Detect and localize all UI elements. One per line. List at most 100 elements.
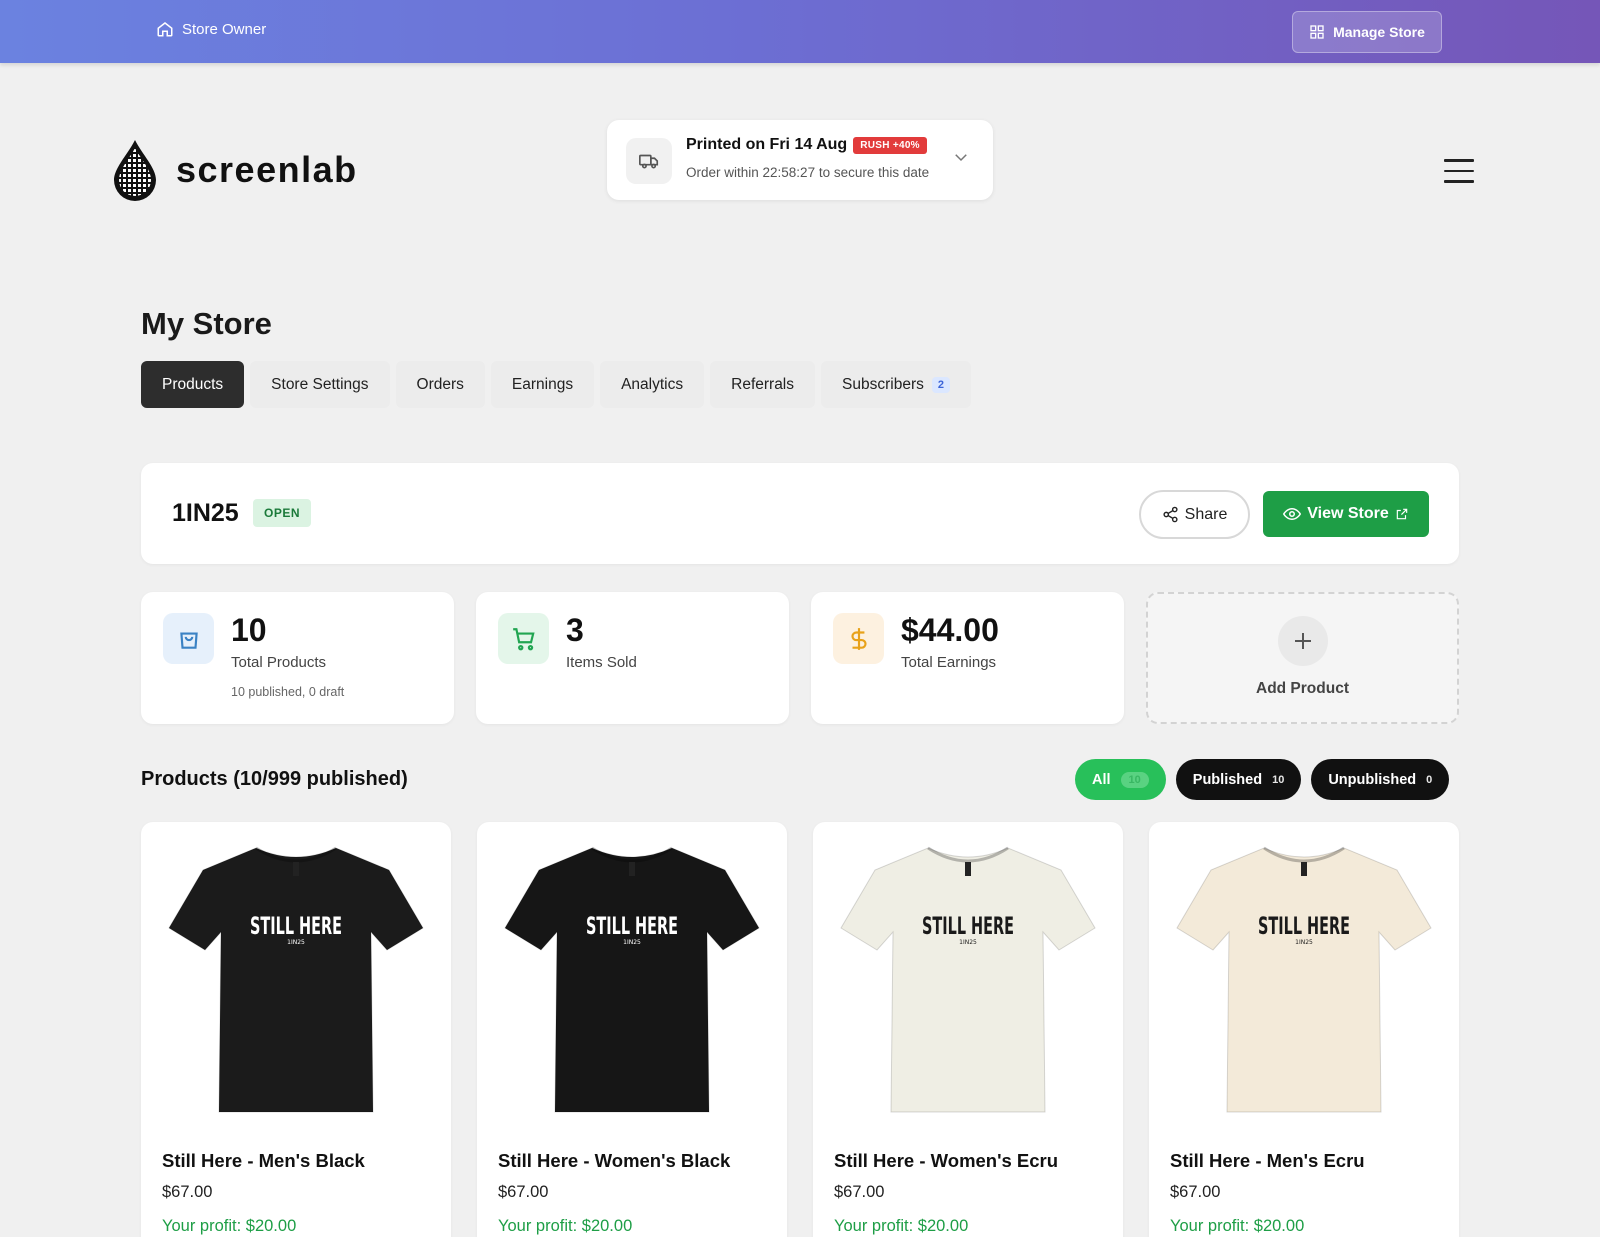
external-link-icon — [1396, 508, 1407, 520]
stat-label: Items Sold — [566, 654, 637, 671]
t-shirt-neck-tag — [629, 862, 635, 876]
tab-label: Subscribers — [842, 375, 924, 393]
t-shirt-print-subtext: 1IN25 — [623, 939, 641, 946]
product-name: Still Here - Men's Black — [162, 1150, 365, 1171]
shopping-bag-icon-box — [163, 613, 214, 664]
t-shirt-body — [840, 847, 1096, 1113]
store-tabs: Products Store Settings Orders Earnings … — [141, 361, 971, 408]
filter-published[interactable]: Published 10 — [1175, 759, 1302, 800]
t-shirt-print-text: STILL HERE — [250, 912, 342, 940]
tab-orders[interactable]: Orders — [395, 361, 485, 408]
t-shirt-print-subtext: 1IN25 — [287, 939, 305, 946]
product-profit: Your profit: $20.00 — [1170, 1217, 1305, 1235]
tab-referrals[interactable]: Referrals — [710, 361, 816, 408]
tab-subscribers[interactable]: Subscribers 2 — [821, 361, 971, 408]
add-product-card[interactable]: Add Product — [1146, 592, 1459, 724]
shopping-bag-icon — [179, 632, 198, 649]
truck-icon — [639, 154, 659, 169]
product-profit: Your profit: $20.00 — [162, 1217, 297, 1235]
filter-label: All — [1092, 771, 1111, 788]
dollar-icon-box — [833, 613, 884, 664]
tab-label: Earnings — [511, 375, 574, 393]
truck-icon-box — [626, 138, 672, 184]
view-store-label: View Store — [1307, 505, 1389, 522]
t-shirt-neck-tag — [293, 862, 299, 876]
menu-icon[interactable] — [1444, 159, 1474, 183]
print-date-text: Printed on Fri 14 Aug — [686, 136, 848, 153]
product-image: STILL HERE 1IN25 — [497, 840, 767, 1118]
products-section-title: Products (10/999 published) — [141, 768, 408, 790]
t-shirt-neck-tag — [965, 862, 971, 876]
stat-items-sold: 3 Items Sold — [476, 592, 789, 724]
t-shirt-illustration: STILL HERE1IN25 — [840, 846, 1096, 1113]
shopping-cart-icon — [512, 627, 535, 650]
store-status-badge: OPEN — [253, 499, 312, 527]
share-button[interactable]: Share — [1139, 490, 1250, 539]
product-price: $67.00 — [162, 1183, 213, 1201]
droplet-logo-icon — [114, 140, 156, 201]
store-owner-link[interactable]: Store Owner — [156, 20, 266, 38]
product-card[interactable]: STILL HERE 1IN25 Still Here - Men's Black… — [141, 822, 451, 1237]
filter-unpublished[interactable]: Unpublished 0 — [1311, 759, 1450, 800]
store-owner-label: Store Owner — [182, 20, 267, 38]
stat-label: Total Products — [231, 654, 327, 671]
filter-count: 10 — [1120, 771, 1149, 788]
print-countdown: Order within 22:58:27 to secure this dat… — [686, 165, 930, 180]
filter-count: 0 — [1426, 773, 1433, 786]
manage-store-button[interactable]: Manage Store — [1292, 11, 1442, 53]
tab-label: Referrals — [731, 375, 795, 393]
product-price: $67.00 — [1170, 1183, 1221, 1201]
tab-store-settings[interactable]: Store Settings — [250, 361, 390, 408]
product-price: $67.00 — [498, 1183, 549, 1201]
store-header-card: 1IN25 OPEN Share View Store — [141, 463, 1459, 564]
filter-label: Unpublished — [1328, 771, 1417, 788]
store-name: 1IN25 — [172, 499, 239, 527]
print-date-title: Printed on Fri 14 Aug RUSH +40% — [686, 136, 927, 154]
t-shirt-print-subtext: 1IN25 — [959, 939, 977, 946]
product-image: STILL HERE 1IN25 — [161, 840, 431, 1118]
tab-label: Store Settings — [271, 375, 369, 393]
product-card[interactable]: STILL HERE 1IN25 Still Here - Men's Ecru … — [1149, 822, 1459, 1237]
menu-line — [1444, 159, 1474, 162]
page-title: My Store — [141, 306, 272, 341]
product-name: Still Here - Women's Black — [498, 1150, 731, 1171]
product-name: Still Here - Men's Ecru — [1170, 1150, 1365, 1171]
product-image: STILL HERE 1IN25 — [1169, 840, 1439, 1118]
brand-logo[interactable]: screenlab — [112, 138, 358, 202]
chevron-down-icon[interactable] — [952, 148, 970, 166]
add-product-label: Add Product — [1256, 680, 1349, 697]
rush-badge: RUSH +40% — [853, 136, 927, 154]
stat-label: Total Earnings — [901, 654, 997, 671]
home-icon — [157, 22, 173, 37]
product-name: Still Here - Women's Ecru — [834, 1150, 1059, 1171]
filter-label: Published — [1192, 771, 1263, 788]
cart-icon-box — [498, 613, 549, 664]
tab-label: Products — [162, 375, 224, 393]
stat-value: $44.00 — [901, 612, 999, 648]
tab-earnings[interactable]: Earnings — [490, 361, 595, 408]
share-label: Share — [1184, 505, 1228, 523]
tab-analytics[interactable]: Analytics — [600, 361, 705, 408]
product-card[interactable]: STILL HERE 1IN25 Still Here - Women's Ecr… — [813, 822, 1123, 1237]
t-shirt-print-subtext: 1IN25 — [1295, 939, 1313, 946]
product-card[interactable]: STILL HERE 1IN25 Still Here - Women's Bla… — [477, 822, 787, 1237]
tab-products[interactable]: Products — [141, 361, 245, 408]
print-date-notice[interactable]: Printed on Fri 14 Aug RUSH +40% Order wi… — [607, 120, 993, 200]
product-image: STILL HERE 1IN25 — [833, 840, 1103, 1118]
t-shirt-illustration: STILL HERE1IN25 — [1176, 846, 1432, 1113]
t-shirt-body — [168, 847, 424, 1113]
tab-label: Orders — [416, 375, 464, 393]
view-store-button[interactable]: View Store — [1263, 491, 1429, 537]
stat-value: 3 — [566, 612, 584, 648]
t-shirt-illustration: STILL HERE1IN25 — [504, 846, 760, 1113]
t-shirt-print-text: STILL HERE — [586, 912, 678, 940]
dollar-icon — [850, 627, 867, 650]
menu-line — [1444, 180, 1474, 183]
product-filters: All 10 Published 10 Unpublished 0 — [1075, 759, 1450, 800]
product-profit: Your profit: $20.00 — [498, 1217, 633, 1235]
filter-all[interactable]: All 10 — [1075, 759, 1166, 800]
t-shirt-neck-tag — [1301, 862, 1307, 876]
t-shirt-illustration: STILL HERE1IN25 — [168, 846, 424, 1113]
share-icon — [1163, 506, 1178, 523]
stat-total-products: 10 Total Products 10 published, 0 draft — [141, 592, 454, 724]
